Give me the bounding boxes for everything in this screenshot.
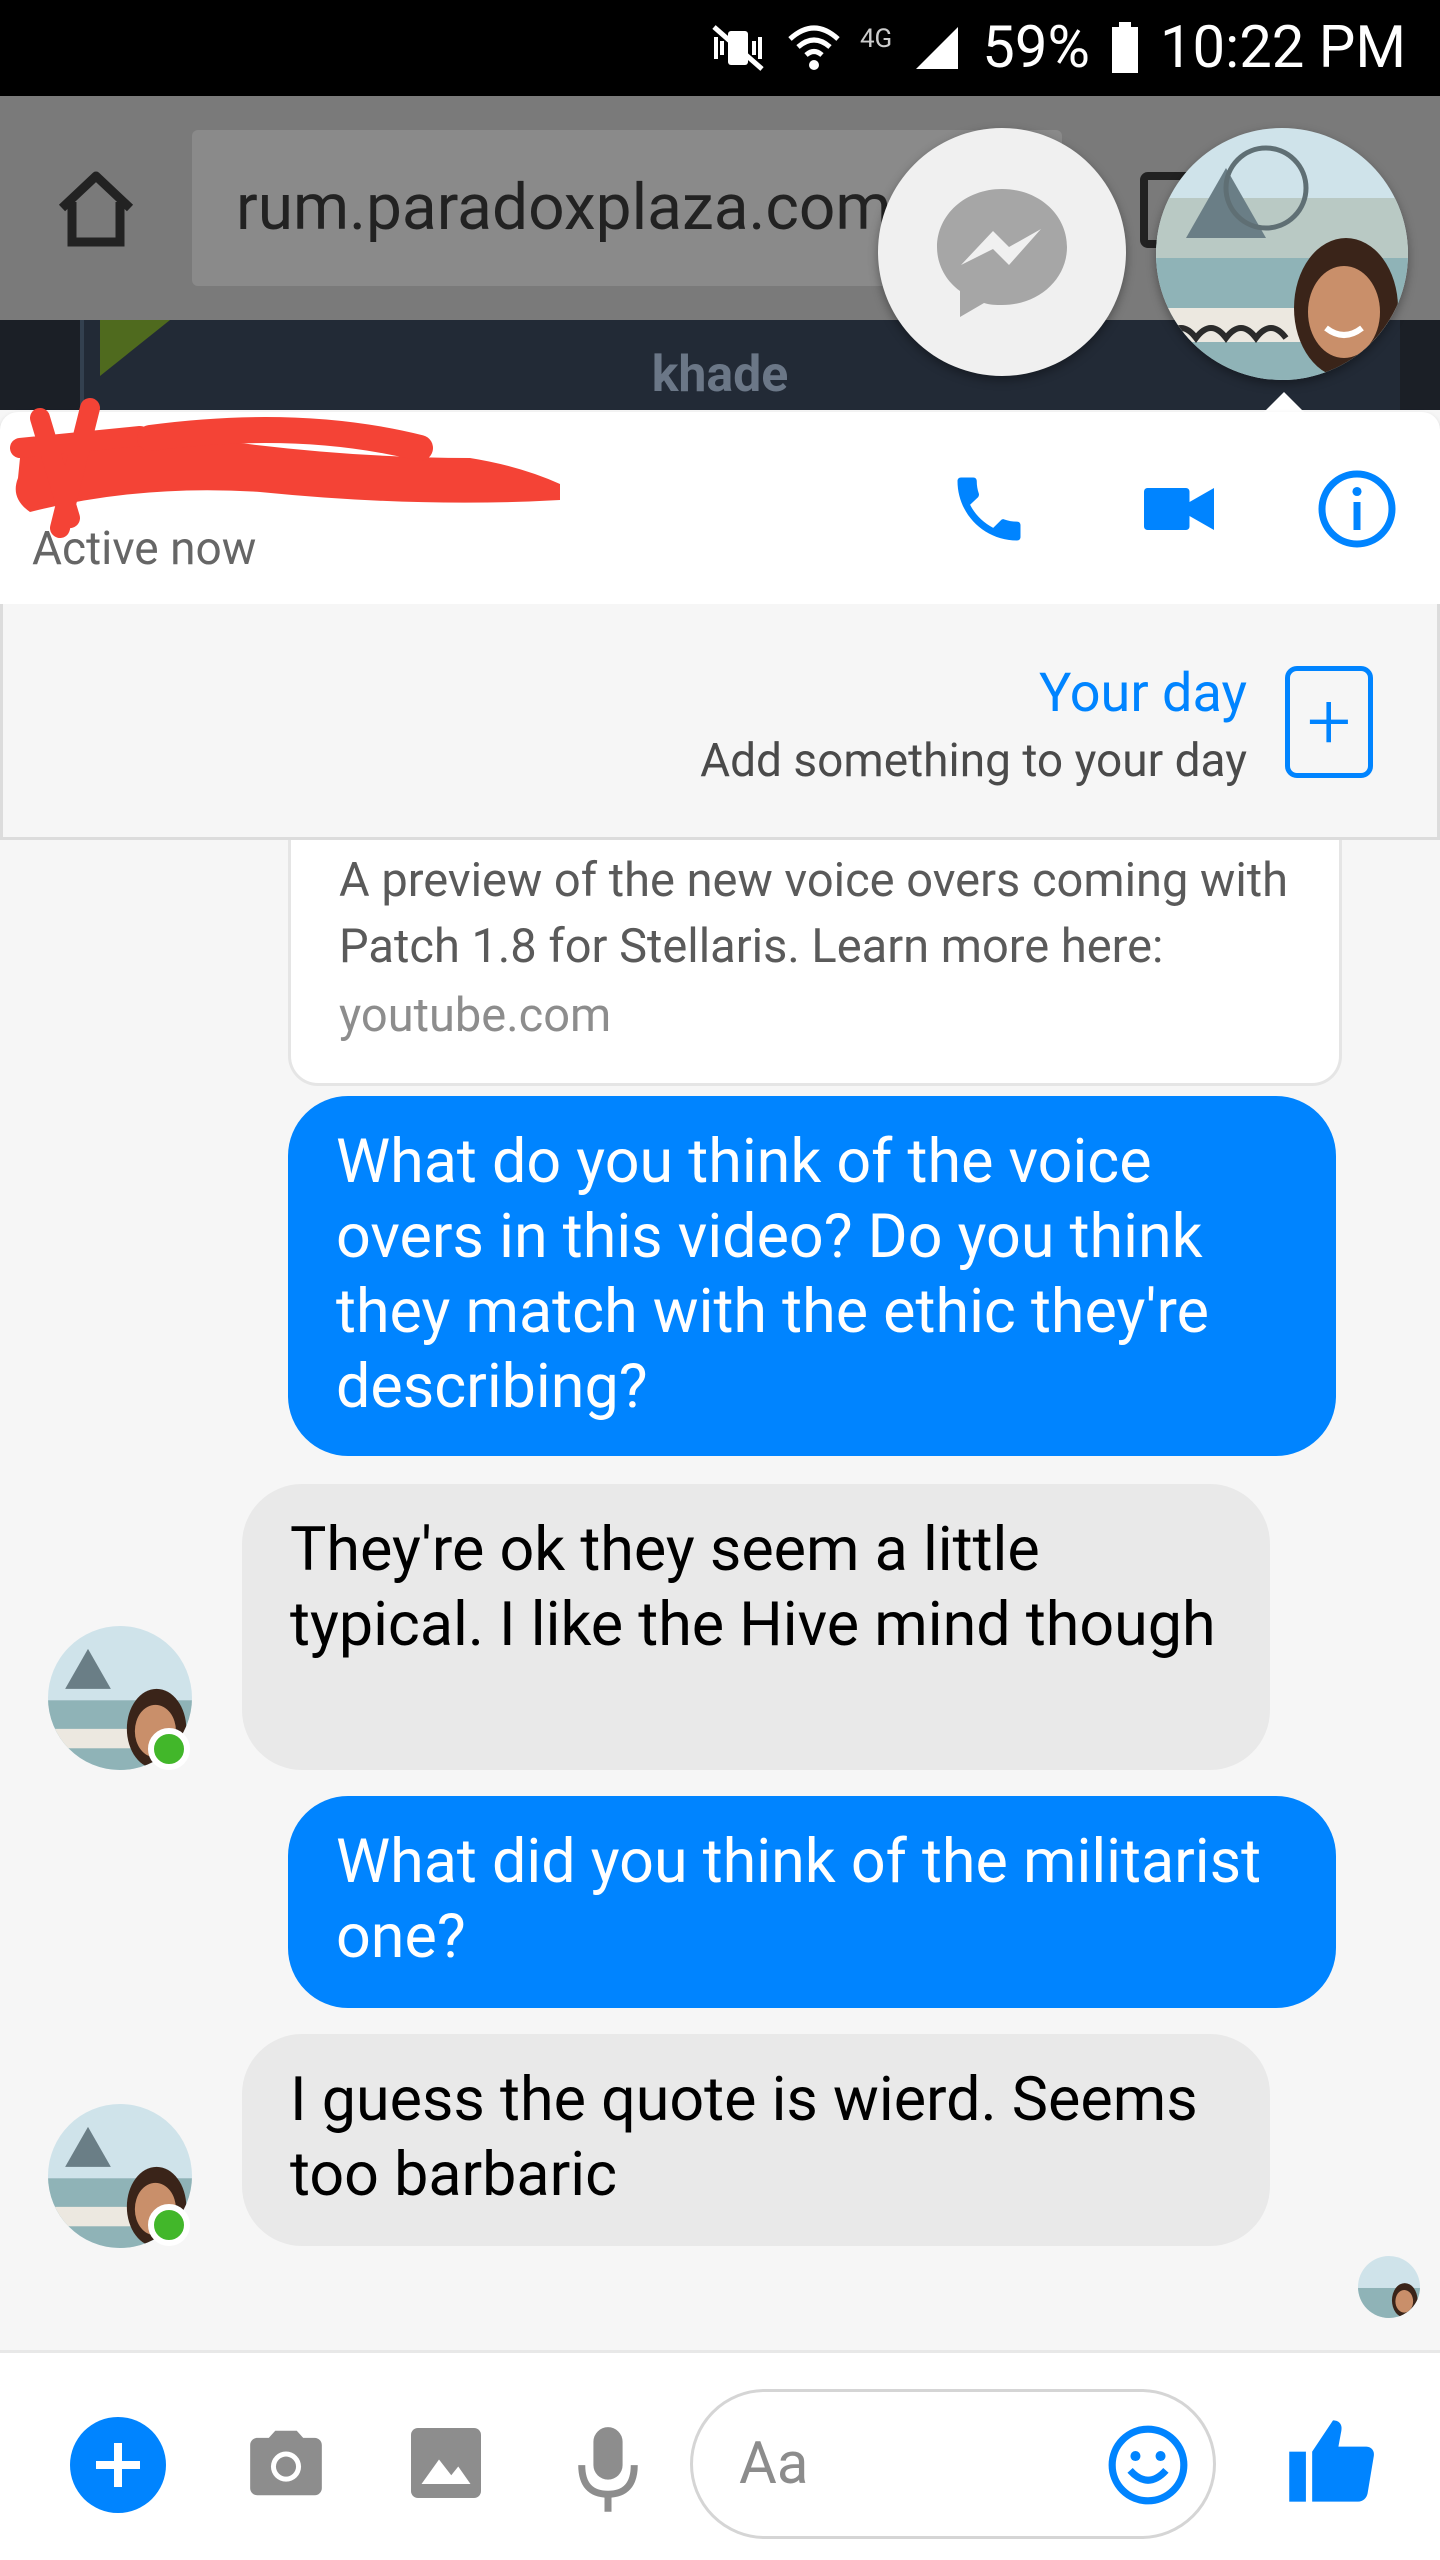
like-button[interactable] xyxy=(1278,2405,1388,2515)
thumbs-up-icon xyxy=(1289,2420,1374,2502)
phone-call-button[interactable] xyxy=(944,464,1034,554)
add-to-day-button[interactable]: + xyxy=(1285,666,1373,778)
video-call-button[interactable] xyxy=(1134,464,1224,554)
status-bar: 4G 59% 10:22 PM xyxy=(0,0,1440,96)
camera-button[interactable] xyxy=(236,2413,336,2513)
vibrate-mute-icon xyxy=(712,25,764,71)
home-icon[interactable] xyxy=(54,166,138,250)
message-composer: Aa xyxy=(0,2350,1440,2560)
emoji-button[interactable] xyxy=(1100,2417,1196,2513)
battery-percent: 59% xyxy=(982,14,1090,82)
link-preview-card[interactable]: A preview of the new voice overs coming … xyxy=(288,840,1342,1086)
outgoing-message[interactable]: What did you think of the militarist one… xyxy=(288,1796,1336,2008)
chat-header: Active now xyxy=(0,398,1440,604)
your-day-title: Your day xyxy=(1039,662,1247,725)
microphone-icon xyxy=(578,2427,638,2512)
info-icon xyxy=(1318,470,1396,548)
contact-photo xyxy=(1156,128,1408,380)
screen: 4G 59% 10:22 PM rum.paradoxplaza.com kha… xyxy=(0,0,1440,2560)
more-actions-button[interactable] xyxy=(70,2417,166,2513)
online-indicator xyxy=(148,1728,190,1770)
gallery-button[interactable] xyxy=(396,2413,496,2513)
conversation-info-button[interactable] xyxy=(1312,464,1402,554)
seen-receipt-avatar xyxy=(1358,2256,1420,2318)
phone-icon xyxy=(957,477,1021,541)
incoming-message[interactable]: They're ok they seem a little typical. I… xyxy=(242,1484,1270,1770)
messenger-logo-icon xyxy=(937,189,1067,317)
network-type: 4G xyxy=(859,24,893,54)
incoming-message[interactable]: I guess the quote is wierd. Seems too ba… xyxy=(242,2034,1270,2246)
battery-icon xyxy=(1111,22,1138,73)
smiley-icon xyxy=(1108,2425,1188,2505)
video-camera-icon xyxy=(1144,488,1214,530)
your-day-prompt[interactable]: Your day Add something to your day + xyxy=(0,604,1440,840)
cell-signal-icon xyxy=(916,27,959,69)
active-status: Active now xyxy=(32,522,257,576)
plus-icon: + xyxy=(1306,676,1352,768)
voice-message-button[interactable] xyxy=(558,2413,658,2523)
link-description: A preview of the new voice overs coming … xyxy=(339,853,1289,974)
outgoing-message[interactable]: What do you think of the voice overs in … xyxy=(288,1096,1336,1456)
camera-icon xyxy=(250,2430,322,2496)
online-indicator xyxy=(148,2204,190,2246)
messenger-chat-head[interactable] xyxy=(878,128,1126,376)
contact-photo xyxy=(1358,2256,1420,2318)
clock-time: 10:22 PM xyxy=(1159,14,1406,82)
link-domain: youtube.com xyxy=(339,988,612,1043)
plus-icon xyxy=(96,2443,140,2487)
your-day-subtitle: Add something to your day xyxy=(700,734,1247,788)
contact-chat-head[interactable] xyxy=(1156,128,1408,380)
image-icon xyxy=(411,2428,481,2498)
wifi-icon xyxy=(788,25,840,70)
